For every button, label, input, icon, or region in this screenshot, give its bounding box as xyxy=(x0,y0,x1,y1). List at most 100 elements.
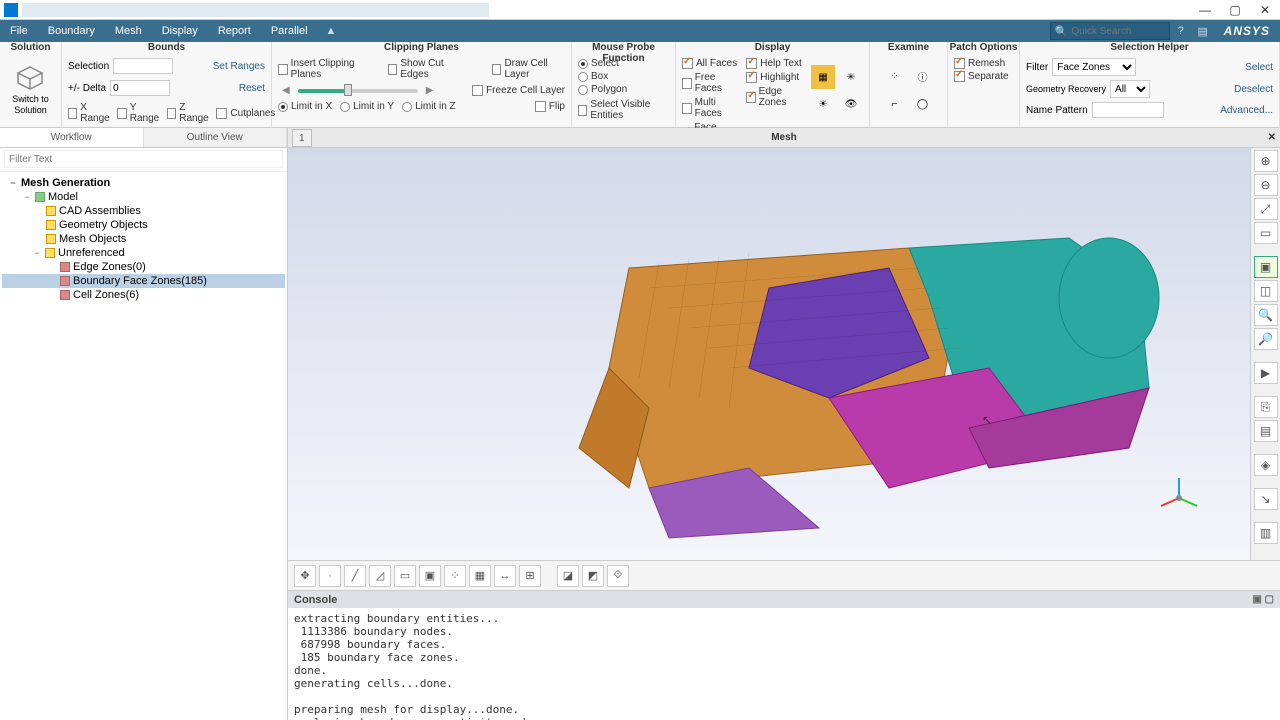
menu-display[interactable]: Display xyxy=(152,20,208,42)
tree-root[interactable]: −Mesh Generation xyxy=(2,176,285,190)
tree-cell-zones[interactable]: Cell Zones(6) xyxy=(2,288,285,302)
layout-icon[interactable]: ▤ xyxy=(1192,20,1214,42)
flip-checkbox[interactable]: Flip xyxy=(535,101,565,112)
separate-checkbox[interactable]: Separate xyxy=(954,71,1013,82)
remesh-checkbox[interactable]: Remesh xyxy=(954,58,1013,69)
btool-obj3-icon[interactable]: ⟐ xyxy=(607,565,629,587)
tree-geometry-objects[interactable]: Geometry Objects xyxy=(2,218,285,232)
btool-grid-icon[interactable]: ▦ xyxy=(469,565,491,587)
display-eye-icon[interactable]: 👁 xyxy=(839,92,863,116)
menu-file[interactable]: File xyxy=(0,20,38,42)
select-button[interactable]: Select xyxy=(1245,62,1273,73)
display-gear-icon[interactable]: ✳ xyxy=(839,65,863,89)
vtool-link-icon[interactable]: ⎘ xyxy=(1254,396,1278,418)
tree-cad-assemblies[interactable]: CAD Assemblies xyxy=(2,204,285,218)
vtool-pick-icon[interactable]: ▣ xyxy=(1254,256,1278,278)
select-visible-checkbox[interactable]: Select Visible Entities xyxy=(578,99,669,121)
tree-model[interactable]: −Model xyxy=(2,190,285,204)
btool-obj2-icon[interactable]: ◩ xyxy=(582,565,604,587)
quick-search-input[interactable] xyxy=(1071,26,1171,37)
menu-mesh[interactable]: Mesh xyxy=(105,20,152,42)
tree-filter-input[interactable] xyxy=(4,150,283,168)
btool-obj1-icon[interactable]: ◪ xyxy=(557,565,579,587)
graphics-close-icon[interactable]: ✕ xyxy=(1268,132,1276,143)
geom-recovery-select[interactable]: All xyxy=(1110,80,1150,98)
all-faces-checkbox[interactable]: All Faces xyxy=(682,58,738,69)
tree-unreferenced[interactable]: −Unreferenced xyxy=(2,246,285,260)
slider-left-icon[interactable]: ◀ xyxy=(278,85,294,96)
yrange-checkbox[interactable]: Y Range xyxy=(117,102,160,124)
graphics-viewport[interactable]: ↖ xyxy=(288,148,1250,560)
vtool-snap-icon[interactable]: ↘ xyxy=(1254,488,1278,510)
menu-boundary[interactable]: Boundary xyxy=(38,20,105,42)
examine-clock-icon[interactable]: ◯ xyxy=(911,93,935,117)
show-cut-edges-checkbox[interactable]: Show Cut Edges xyxy=(388,58,464,80)
examine-axes-icon[interactable]: ⌐ xyxy=(883,93,907,117)
slider-right-icon[interactable]: ▶ xyxy=(422,85,438,96)
vtool-page-icon[interactable]: ▥ xyxy=(1254,522,1278,544)
draw-cell-layer-checkbox[interactable]: Draw Cell Layer xyxy=(492,58,565,80)
tree-boundary-face-zones[interactable]: Boundary Face Zones(185) xyxy=(2,274,285,288)
clip-slider[interactable] xyxy=(298,89,418,93)
reset-button[interactable]: Reset xyxy=(239,83,265,94)
switch-to-solution-button[interactable]: Switch toSolution xyxy=(12,65,49,116)
quick-search[interactable]: 🔍 xyxy=(1050,22,1170,40)
limit-y-radio[interactable]: Limit in Y xyxy=(340,101,394,112)
limit-x-radio[interactable]: Limit in X xyxy=(278,101,332,112)
display-views-icon[interactable]: ▦ xyxy=(811,65,835,89)
examine-scatter-icon[interactable]: ⁘ xyxy=(883,65,907,89)
insert-clipping-checkbox[interactable]: Insert Clipping Planes xyxy=(278,58,374,80)
graphics-tab-1[interactable]: 1 xyxy=(292,129,312,147)
minimize-button[interactable]: — xyxy=(1190,0,1220,20)
examine-info-icon[interactable]: ⓘ xyxy=(911,65,935,89)
xrange-checkbox[interactable]: X Range xyxy=(68,102,111,124)
filter-select[interactable]: Face Zones xyxy=(1052,58,1136,76)
vtool-play-icon[interactable]: ▶ xyxy=(1254,362,1278,384)
btool-cluster-icon[interactable]: ⁘ xyxy=(444,565,466,587)
btool-box-icon[interactable]: ▣ xyxy=(419,565,441,587)
close-button[interactable]: ✕ xyxy=(1250,0,1280,20)
cutplanes-checkbox[interactable]: Cutplanes xyxy=(216,108,275,119)
free-faces-checkbox[interactable]: Free Faces xyxy=(682,72,738,94)
maximize-button[interactable]: ▢ xyxy=(1220,0,1250,20)
probe-box-radio[interactable]: Box xyxy=(578,71,669,82)
vtool-view-icon[interactable]: ▭ xyxy=(1254,222,1278,244)
delta-input[interactable] xyxy=(110,80,170,96)
tree-edge-zones[interactable]: Edge Zones(0) xyxy=(2,260,285,274)
btool-line-icon[interactable]: ╱ xyxy=(344,565,366,587)
btool-hstretch-icon[interactable]: ↔ xyxy=(494,565,516,587)
vtool-zoom-all-icon[interactable]: 🔎 xyxy=(1254,328,1278,350)
tab-workflow[interactable]: Workflow xyxy=(0,128,144,147)
btool-pan-icon[interactable]: ✥ xyxy=(294,565,316,587)
btool-rect-icon[interactable]: ▭ xyxy=(394,565,416,587)
edge-zones-checkbox[interactable]: Edge Zones xyxy=(746,86,803,108)
tree-mesh-objects[interactable]: Mesh Objects xyxy=(2,232,285,246)
vtool-zoom-out-icon[interactable]: ⊖ xyxy=(1254,174,1278,196)
name-pattern-input[interactable] xyxy=(1092,102,1164,118)
multi-faces-checkbox[interactable]: Multi Faces xyxy=(682,97,738,119)
vtool-iso-icon[interactable]: ◈ xyxy=(1254,454,1278,476)
vtool-fit-icon[interactable]: ⤢ xyxy=(1254,198,1278,220)
deselect-button[interactable]: Deselect xyxy=(1234,84,1273,95)
btool-tri-icon[interactable]: ◿ xyxy=(369,565,391,587)
highlight-checkbox[interactable]: Highlight xyxy=(746,72,803,83)
probe-polygon-radio[interactable]: Polygon xyxy=(578,84,669,95)
menu-report[interactable]: Report xyxy=(208,20,261,42)
ribbon-collapse-icon[interactable]: ▲ xyxy=(318,25,345,37)
console-header[interactable]: Console ▣ ▢ xyxy=(288,590,1280,608)
vtool-box-icon[interactable]: ◫ xyxy=(1254,280,1278,302)
help-icon[interactable]: ? xyxy=(1170,20,1192,42)
help-text-checkbox[interactable]: Help Text xyxy=(746,58,803,69)
btool-point-icon[interactable]: · xyxy=(319,565,341,587)
advanced-button[interactable]: Advanced... xyxy=(1220,105,1273,116)
zrange-checkbox[interactable]: Z Range xyxy=(167,102,210,124)
console-expand-icon[interactable]: ▣ ▢ xyxy=(1252,594,1274,605)
vtool-layers-icon[interactable]: ▤ xyxy=(1254,420,1278,442)
menu-parallel[interactable]: Parallel xyxy=(261,20,318,42)
vtool-zoom-in-icon[interactable]: ⊕ xyxy=(1254,150,1278,172)
tab-outline-view[interactable]: Outline View xyxy=(144,128,288,147)
vtool-zoom-sel-icon[interactable]: 🔍 xyxy=(1254,304,1278,326)
freeze-cell-layer-checkbox[interactable]: Freeze Cell Layer xyxy=(472,85,565,96)
btool-mgrid-icon[interactable]: ⊞ xyxy=(519,565,541,587)
display-sun-icon[interactable]: ☀ xyxy=(811,92,835,116)
